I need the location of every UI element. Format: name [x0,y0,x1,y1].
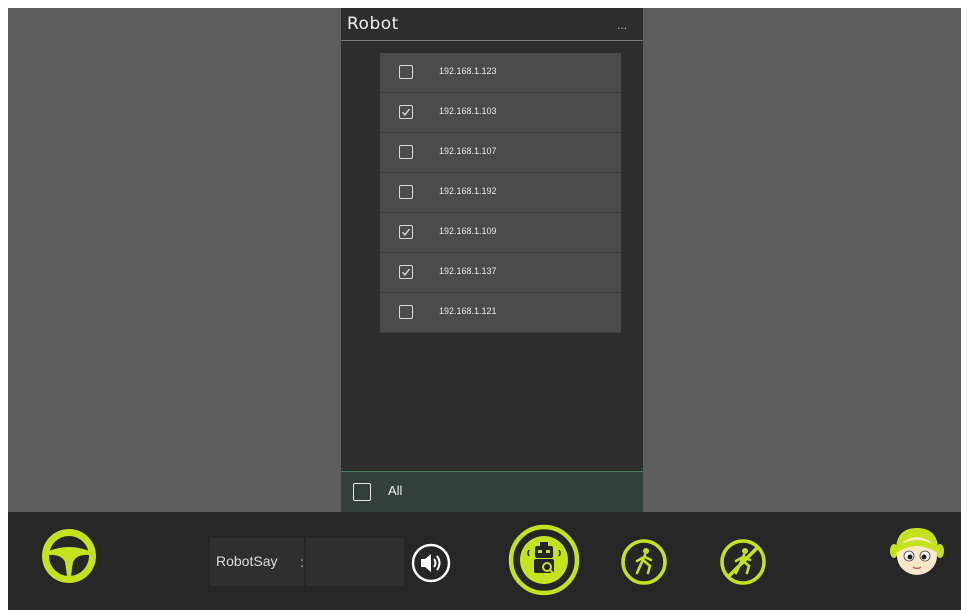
robot-ip-row[interactable]: 192.168.1.123 [380,53,621,93]
robot-checkbox[interactable] [399,65,413,79]
robot-ip-label: 192.168.1.107 [439,146,497,156]
robot-checkbox[interactable] [399,265,413,279]
robot-ip-label: 192.168.1.109 [439,226,497,236]
panel-header: Robot ... [341,8,643,41]
robot-checkbox[interactable] [399,185,413,199]
robot-checkbox[interactable] [399,105,413,119]
select-all-bar: All [341,471,643,513]
robot-search-icon[interactable] [507,523,581,597]
robot-ip-row[interactable]: 192.168.1.103 [380,93,621,133]
robot-checkbox[interactable] [399,305,413,319]
speaker-icon[interactable] [410,542,452,584]
robot-say-colon: : [300,554,304,570]
robot-say-label-box: RobotSay [210,538,304,586]
select-all-label: All [388,483,403,498]
more-menu-button[interactable]: ... [617,18,627,32]
select-all-checkbox[interactable] [353,483,371,501]
robot-face-icon[interactable] [888,522,946,580]
robot-ip-row[interactable]: 192.168.1.107 [380,133,621,173]
robot-ip-row[interactable]: 192.168.1.121 [380,293,621,333]
walk-icon[interactable] [620,538,668,586]
steering-wheel-icon[interactable] [39,526,99,586]
checkmark-icon [401,268,411,276]
robot-say-label: RobotSay [216,553,278,569]
robot-ip-label: 192.168.1.121 [439,306,497,316]
robot-ip-row[interactable]: 192.168.1.137 [380,253,621,293]
bottom-toolbar: RobotSay : [8,512,961,610]
checkmark-icon [401,228,411,236]
robot-ip-label: 192.168.1.103 [439,106,497,116]
no-walk-icon[interactable] [719,538,767,586]
robot-ip-label: 192.168.1.123 [439,66,497,76]
robot-ip-list: 192.168.1.123 192.168.1.103 192.168.1.107 1… [380,53,621,333]
robot-checkbox[interactable] [399,225,413,239]
robot-ip-row[interactable]: 192.168.1.109 [380,213,621,253]
robot-panel: Robot ... 192.168.1.123 192.168.1.103 192.… [341,8,643,513]
robot-ip-label: 192.168.1.192 [439,186,497,196]
robot-ip-label: 192.168.1.137 [439,266,497,276]
checkmark-icon [401,108,411,116]
panel-title: Robot [347,14,399,34]
robot-checkbox[interactable] [399,145,413,159]
robot-ip-row[interactable]: 192.168.1.192 [380,173,621,213]
robot-say-input[interactable] [306,538,404,586]
